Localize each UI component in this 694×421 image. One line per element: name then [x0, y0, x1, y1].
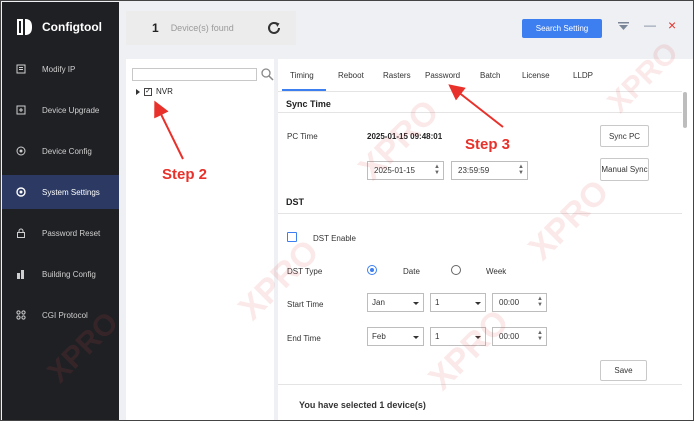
- end-time-input[interactable]: 00:00 ▲ ▼: [492, 327, 547, 346]
- step-3-annotation: Step 3: [465, 136, 511, 153]
- device-tree-panel: ✓ NVR: [126, 59, 274, 420]
- tree-node-checkbox[interactable]: ✓: [144, 87, 152, 96]
- start-day-value: 1: [435, 298, 440, 307]
- start-time-stepper-icon[interactable]: ▲ ▼: [537, 296, 543, 308]
- chevron-down-icon: [475, 302, 481, 305]
- tab-lldp[interactable]: LLDP: [573, 71, 593, 80]
- sync-time-title: Sync Time: [286, 99, 331, 109]
- settings-panel: Timing Reboot Rasters Password Batch Lic…: [278, 59, 693, 420]
- time-stepper-icon[interactable]: ▲ ▼: [518, 164, 524, 176]
- tab-rasters[interactable]: Rasters: [383, 71, 411, 80]
- sidebar-item-building-config[interactable]: Building Config: [2, 257, 119, 291]
- sidebar-item-label: Modify IP: [42, 64, 76, 74]
- chevron-down-icon: [413, 302, 419, 305]
- tab-reboot[interactable]: Reboot: [338, 71, 364, 80]
- start-time-value: 00:00: [499, 298, 520, 307]
- cgi-icon: [16, 310, 26, 320]
- dst-title: DST: [286, 197, 304, 207]
- end-month-value: Feb: [372, 332, 386, 341]
- dst-type-week-label: Week: [486, 267, 507, 276]
- refresh-icon[interactable]: [266, 20, 282, 36]
- tab-batch[interactable]: Batch: [480, 71, 500, 80]
- sidebar-item-label: CGI Protocol: [42, 310, 88, 320]
- scrollbar[interactable]: [683, 92, 687, 128]
- settings-tabs: Timing Reboot Rasters Password Batch Lic…: [278, 59, 686, 91]
- tree-search-input[interactable]: [132, 68, 257, 81]
- sidebar-item-system-settings[interactable]: System Settings: [2, 175, 119, 209]
- date-input[interactable]: 2025-01-15 ▲ ▼: [367, 161, 444, 180]
- tree-node-label: NVR: [156, 87, 173, 96]
- app-name: Configtool: [42, 20, 102, 34]
- sync-pc-button[interactable]: Sync PC: [600, 125, 649, 147]
- selection-status: You have selected 1 device(s): [299, 400, 426, 410]
- dst-type-date-label: Date: [403, 267, 420, 276]
- dst-type-label: DST Type: [287, 267, 323, 276]
- expand-caret-icon[interactable]: [136, 88, 140, 95]
- chevron-down-icon: [413, 336, 419, 339]
- end-day-value: 1: [435, 332, 440, 341]
- save-button[interactable]: Save: [600, 360, 647, 381]
- start-time-input[interactable]: 00:00 ▲ ▼: [492, 293, 547, 312]
- end-time-value: 00:00: [499, 332, 520, 341]
- time-value: 23:59:59: [458, 166, 490, 175]
- sidebar-item-label: Password Reset: [42, 228, 101, 238]
- end-time-label: End Time: [287, 334, 321, 343]
- step-2-annotation: Step 2: [162, 166, 208, 183]
- device-count: 1: [152, 21, 159, 35]
- device-config-icon: [16, 146, 26, 156]
- pc-time-value: 2025-01-15 09:48:01: [367, 132, 443, 141]
- sidebar-item-device-config[interactable]: Device Config: [2, 134, 119, 168]
- dst-enable-label: DST Enable: [313, 234, 356, 243]
- chevron-down-icon: [475, 336, 481, 339]
- configtool-logo-icon: [17, 19, 32, 35]
- sidebar-item-label: System Settings: [42, 187, 100, 197]
- tab-license[interactable]: License: [522, 71, 550, 80]
- time-input[interactable]: 23:59:59 ▲ ▼: [451, 161, 528, 180]
- footer-divider: [278, 384, 682, 385]
- minimize-icon[interactable]: —: [644, 18, 656, 32]
- search-icon[interactable]: [260, 67, 274, 81]
- pc-time-label: PC Time: [287, 132, 318, 141]
- manual-sync-button[interactable]: Manual Sync: [600, 158, 649, 181]
- start-month-value: Jan: [372, 298, 385, 307]
- device-count-label: Device(s) found: [170, 23, 234, 33]
- lock-icon: [16, 228, 26, 238]
- start-time-label: Start Time: [287, 300, 324, 309]
- end-time-stepper-icon[interactable]: ▲ ▼: [537, 330, 543, 342]
- brand: Configtool: [2, 2, 119, 52]
- start-month-select[interactable]: Jan: [367, 293, 424, 312]
- sidebar-item-label: Device Upgrade: [42, 105, 100, 115]
- sidebar-item-label: Building Config: [42, 269, 96, 279]
- close-icon[interactable]: ×: [668, 17, 676, 33]
- date-value: 2025-01-15: [374, 166, 415, 175]
- dst-divider: [278, 213, 682, 214]
- start-day-select[interactable]: 1: [430, 293, 486, 312]
- system-settings-icon: [16, 187, 26, 197]
- modify-ip-icon: [16, 64, 26, 74]
- sidebar-item-label: Device Config: [42, 146, 92, 156]
- upgrade-icon: [16, 105, 26, 115]
- end-day-select[interactable]: 1: [430, 327, 486, 346]
- sidebar-item-password-reset[interactable]: Password Reset: [2, 216, 119, 250]
- app-window: Configtool Modify IP Device Upgrade Devi…: [0, 0, 694, 421]
- date-stepper-icon[interactable]: ▲ ▼: [434, 164, 440, 176]
- sync-divider: [278, 112, 682, 113]
- dst-type-week-radio[interactable]: [451, 265, 461, 275]
- dst-enable-checkbox[interactable]: [287, 232, 297, 242]
- tab-password[interactable]: Password: [425, 71, 460, 80]
- dst-type-date-radio[interactable]: [367, 265, 377, 275]
- menu-icon[interactable]: [618, 20, 629, 34]
- sidebar-item-device-upgrade[interactable]: Device Upgrade: [2, 93, 119, 127]
- building-icon: [16, 269, 26, 279]
- sidebar: Configtool Modify IP Device Upgrade Devi…: [2, 2, 119, 420]
- tree-node-nvr[interactable]: ✓ NVR: [136, 87, 173, 96]
- sidebar-item-cgi-protocol[interactable]: CGI Protocol: [2, 298, 119, 332]
- tabs-divider: [278, 91, 682, 92]
- tab-timing[interactable]: Timing: [290, 71, 314, 80]
- search-setting-button[interactable]: Search Setting: [522, 19, 602, 38]
- sidebar-item-modify-ip[interactable]: Modify IP: [2, 52, 119, 86]
- end-month-select[interactable]: Feb: [367, 327, 424, 346]
